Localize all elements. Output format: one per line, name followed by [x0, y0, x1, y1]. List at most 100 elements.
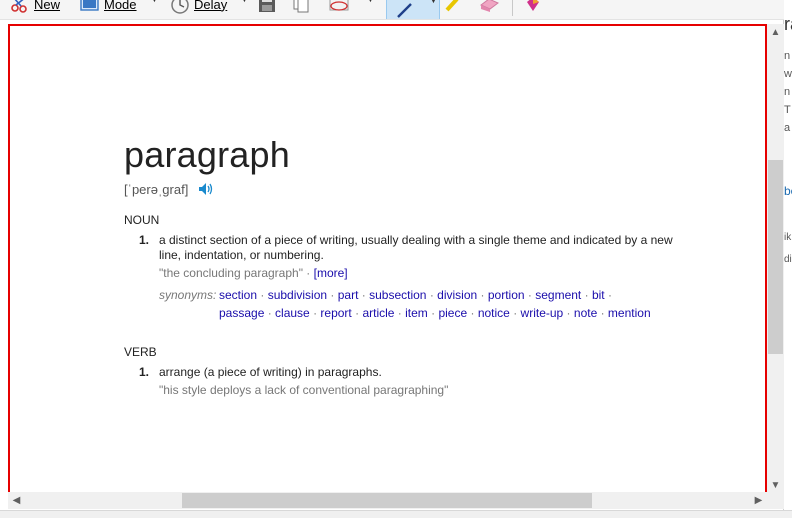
- synonyms-row: synonyms: section · subdivision · part ·…: [159, 286, 684, 322]
- synonym-separator: ·: [427, 306, 439, 320]
- synonym-separator: ·: [509, 306, 521, 320]
- synonym-separator: ·: [327, 288, 338, 302]
- delay-button[interactable]: Delay: [170, 0, 227, 16]
- behind-text-2: n: [784, 50, 791, 62]
- behind-text-1: ra: [784, 14, 792, 34]
- verb-definition: arrange (a piece of writing) in paragrap…: [159, 365, 382, 379]
- horizontal-scrollbar[interactable]: ◀ ▶: [8, 492, 767, 509]
- window-bottom-edge: [0, 510, 792, 518]
- new-button[interactable]: New: [10, 0, 60, 16]
- noun-example-text: "the concluding paragraph" ·: [159, 266, 314, 280]
- snipping-toolbar: New Mode ▼ Delay ▼ ▼ ▼: [0, 0, 792, 20]
- scrollbar-corner: [767, 492, 784, 509]
- synonym-link[interactable]: passage: [219, 306, 264, 320]
- verb-label: VERB: [124, 345, 157, 359]
- headword: paragraph: [124, 134, 290, 175]
- synonym-link[interactable]: note: [574, 306, 597, 320]
- eraser-icon: [478, 0, 499, 13]
- save-button[interactable]: [258, 0, 276, 16]
- pen-icon: [395, 1, 415, 19]
- delay-dropdown-arrow-icon[interactable]: ▼: [240, 0, 250, 8]
- scroll-up-arrow-icon[interactable]: ▲: [767, 24, 784, 41]
- send-dropdown-arrow-icon[interactable]: ▼: [366, 0, 376, 8]
- copy-button[interactable]: [292, 0, 310, 16]
- snip-canvas[interactable]: paragraph [ˈperəˌɡraf] NOUN 1. a distinc…: [8, 24, 767, 494]
- synonym-link[interactable]: item: [405, 306, 428, 320]
- behind-text-5: T: [784, 104, 791, 116]
- synonym-link[interactable]: piece: [438, 306, 467, 320]
- noun-label: NOUN: [124, 213, 160, 227]
- pronunciation: [ˈperəˌɡraf]: [124, 181, 189, 197]
- paint3d-icon: [524, 0, 542, 13]
- pen-dropdown-arrow-icon[interactable]: ▼: [429, 0, 438, 5]
- synonym-link[interactable]: part: [338, 288, 359, 302]
- speaker-icon[interactable]: [198, 182, 214, 196]
- vertical-scrollbar[interactable]: ▲ ▼: [767, 24, 784, 494]
- mode-icon: [80, 0, 99, 13]
- more-link[interactable]: [more]: [314, 266, 348, 280]
- synonym-link[interactable]: portion: [488, 288, 525, 302]
- save-icon: [258, 0, 276, 13]
- noun-definition: a distinct section of a piece of writing…: [159, 233, 673, 262]
- synonym-separator: ·: [426, 288, 438, 302]
- mode-dropdown-arrow-icon[interactable]: ▼: [150, 0, 160, 8]
- scroll-right-arrow-icon[interactable]: ▶: [750, 492, 767, 509]
- delay-label: Delay: [194, 0, 228, 12]
- pen-button[interactable]: ▼: [386, 0, 440, 19]
- highlighter-button[interactable]: [444, 0, 462, 16]
- horizontal-scroll-thumb[interactable]: [182, 493, 592, 508]
- behind-text-4: n: [784, 86, 791, 98]
- synonym-link[interactable]: section: [219, 288, 257, 302]
- synonym-link[interactable]: mention: [608, 306, 651, 320]
- send-button[interactable]: [328, 0, 349, 16]
- noun-example: "the concluding paragraph" · [more]: [159, 266, 684, 281]
- snip-window: paragraph [ˈperəˌɡraf] NOUN 1. a distinc…: [0, 20, 784, 510]
- scroll-left-arrow-icon[interactable]: ◀: [8, 492, 25, 509]
- synonym-separator: ·: [477, 288, 488, 302]
- synonym-link[interactable]: subdivision: [268, 288, 327, 302]
- copy-icon: [292, 0, 310, 13]
- synonym-link[interactable]: notice: [478, 306, 510, 320]
- toolbar-divider: [512, 0, 513, 16]
- synonym-separator: ·: [358, 288, 370, 302]
- synonym-link[interactable]: article: [362, 306, 394, 320]
- synonym-link[interactable]: bit: [592, 288, 605, 302]
- pronunciation-row: [ˈperəˌɡraf]: [124, 180, 684, 198]
- scissors-icon: [10, 0, 28, 13]
- synonym-link[interactable]: division: [437, 288, 477, 302]
- mode-label: Mode: [104, 0, 137, 12]
- mode-button[interactable]: Mode: [80, 0, 137, 16]
- synonym-separator: ·: [563, 306, 574, 320]
- synonym-separator: ·: [581, 288, 592, 302]
- synonym-link[interactable]: clause: [275, 306, 310, 320]
- synonym-separator: ·: [264, 306, 276, 320]
- behind-link: be: [784, 184, 792, 198]
- background-window: ra n w n T a be ik di: [784, 0, 792, 518]
- synonym-link[interactable]: segment: [535, 288, 581, 302]
- dictionary-card: paragraph [ˈperəˌɡraf] NOUN 1. a distinc…: [124, 134, 684, 398]
- synonym-separator: ·: [467, 306, 478, 320]
- behind-text-6: a: [784, 122, 791, 134]
- verb-example: "his style deploys a lack of conventiona…: [159, 383, 449, 397]
- behind-text-8: di: [784, 254, 792, 265]
- paint3d-button[interactable]: [524, 0, 542, 16]
- synonym-separator: ·: [309, 306, 321, 320]
- vertical-scroll-thumb[interactable]: [768, 160, 783, 354]
- synonym-link[interactable]: subsection: [369, 288, 426, 302]
- new-label: New: [34, 0, 61, 12]
- synonym-separator: ·: [604, 288, 612, 302]
- sense-number: 1.: [139, 365, 150, 379]
- synonym-link[interactable]: write-up: [521, 306, 564, 320]
- synonym-separator: ·: [597, 306, 608, 320]
- eraser-button[interactable]: [478, 0, 499, 16]
- synonym-separator: ·: [351, 306, 363, 320]
- synonym-separator: ·: [257, 288, 268, 302]
- send-snip-icon: [328, 0, 349, 13]
- synonym-separator: ·: [524, 288, 536, 302]
- highlighter-icon: [444, 0, 462, 13]
- clock-icon: [170, 0, 189, 14]
- synonyms-list: section · subdivision · part · subsectio…: [219, 286, 659, 322]
- noun-sense: 1. a distinct section of a piece of writ…: [124, 233, 684, 322]
- synonyms-label: synonyms:: [159, 288, 217, 302]
- synonym-link[interactable]: report: [320, 306, 351, 320]
